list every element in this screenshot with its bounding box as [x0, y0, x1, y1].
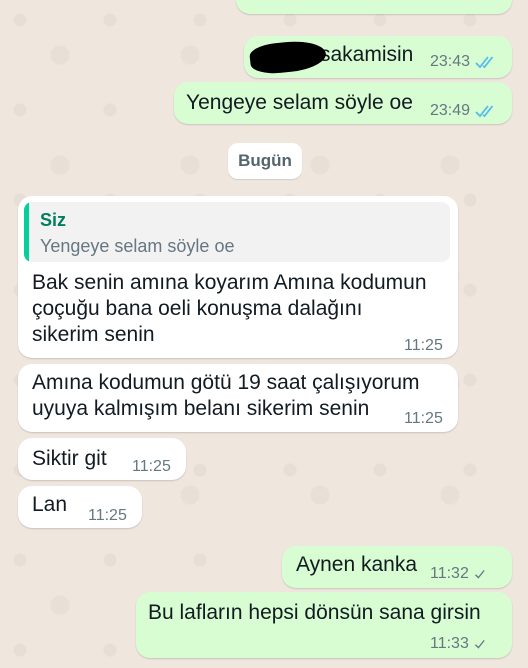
message-bubble-outgoing[interactable]: Bu lafların hepsi dönsün sana girsin 11:…: [136, 592, 512, 658]
message-time: 23:43: [430, 53, 471, 70]
message-bubble-incoming[interactable]: Siktir git 11:25: [18, 438, 186, 480]
message-text: Aynen kanka: [296, 553, 418, 576]
date-separator: Bugün: [228, 143, 302, 179]
message-text: Lan: [32, 493, 68, 516]
message-time: 11:25: [88, 507, 127, 524]
message-time: 23:49: [430, 102, 471, 119]
message-time: 11:25: [404, 410, 443, 427]
message-meta: 11:32: [430, 565, 490, 583]
message-meta: 11:33: [430, 635, 490, 653]
single-check-icon: [474, 639, 485, 649]
message-bubble-outgoing[interactable]: Aynen kanka 11:32: [282, 546, 512, 588]
double-check-icon: [475, 105, 494, 118]
message-text-line: uyuya kalmışım belanı sikerim senin: [32, 397, 370, 420]
message-bubble-partial[interactable]: [236, 0, 512, 14]
message-time: 11:25: [132, 458, 171, 475]
message-text: Yengeye selam söyle oe: [186, 91, 413, 114]
message-meta: 23:49: [430, 102, 497, 120]
message-meta: 23:43: [430, 53, 497, 71]
quote-accent-bar: [24, 202, 29, 262]
quoted-text: Yengeye selam söyle oe: [40, 236, 235, 256]
message-bubble-outgoing[interactable]: Yengeye selam söyle oe 23:49: [174, 82, 512, 124]
message-text: sakamisin: [320, 43, 414, 66]
message-bubble-incoming[interactable]: Siz Yengeye selam söyle oe Bak senin amı…: [18, 196, 458, 358]
message-time: 11:32: [430, 565, 469, 582]
message-bubble-incoming[interactable]: Lan 11:25: [18, 486, 142, 528]
quoted-sender: Siz: [40, 210, 67, 230]
message-text: Bu lafların hepsi dönsün sana girsin: [148, 601, 481, 624]
quoted-reply[interactable]: Siz Yengeye selam söyle oe: [24, 202, 450, 262]
single-check-icon: [474, 569, 485, 579]
double-check-icon: [475, 56, 494, 69]
message-text-line: çoçuğu bana oeli konuşma dalağını: [32, 297, 363, 320]
message-text-line: Bak senin amına koyarım Amına kodumun: [32, 271, 427, 294]
message-time: 11:25: [404, 337, 443, 354]
message-text-line: Amına kodumun götü 19 saat çalışıyorum: [32, 371, 420, 394]
message-bubble-incoming[interactable]: Amına kodumun götü 19 saat çalışıyorum u…: [18, 364, 458, 432]
message-text-line: sikerim senin: [32, 323, 155, 346]
message-text: Siktir git: [32, 447, 107, 470]
message-time: 11:33: [430, 635, 469, 652]
